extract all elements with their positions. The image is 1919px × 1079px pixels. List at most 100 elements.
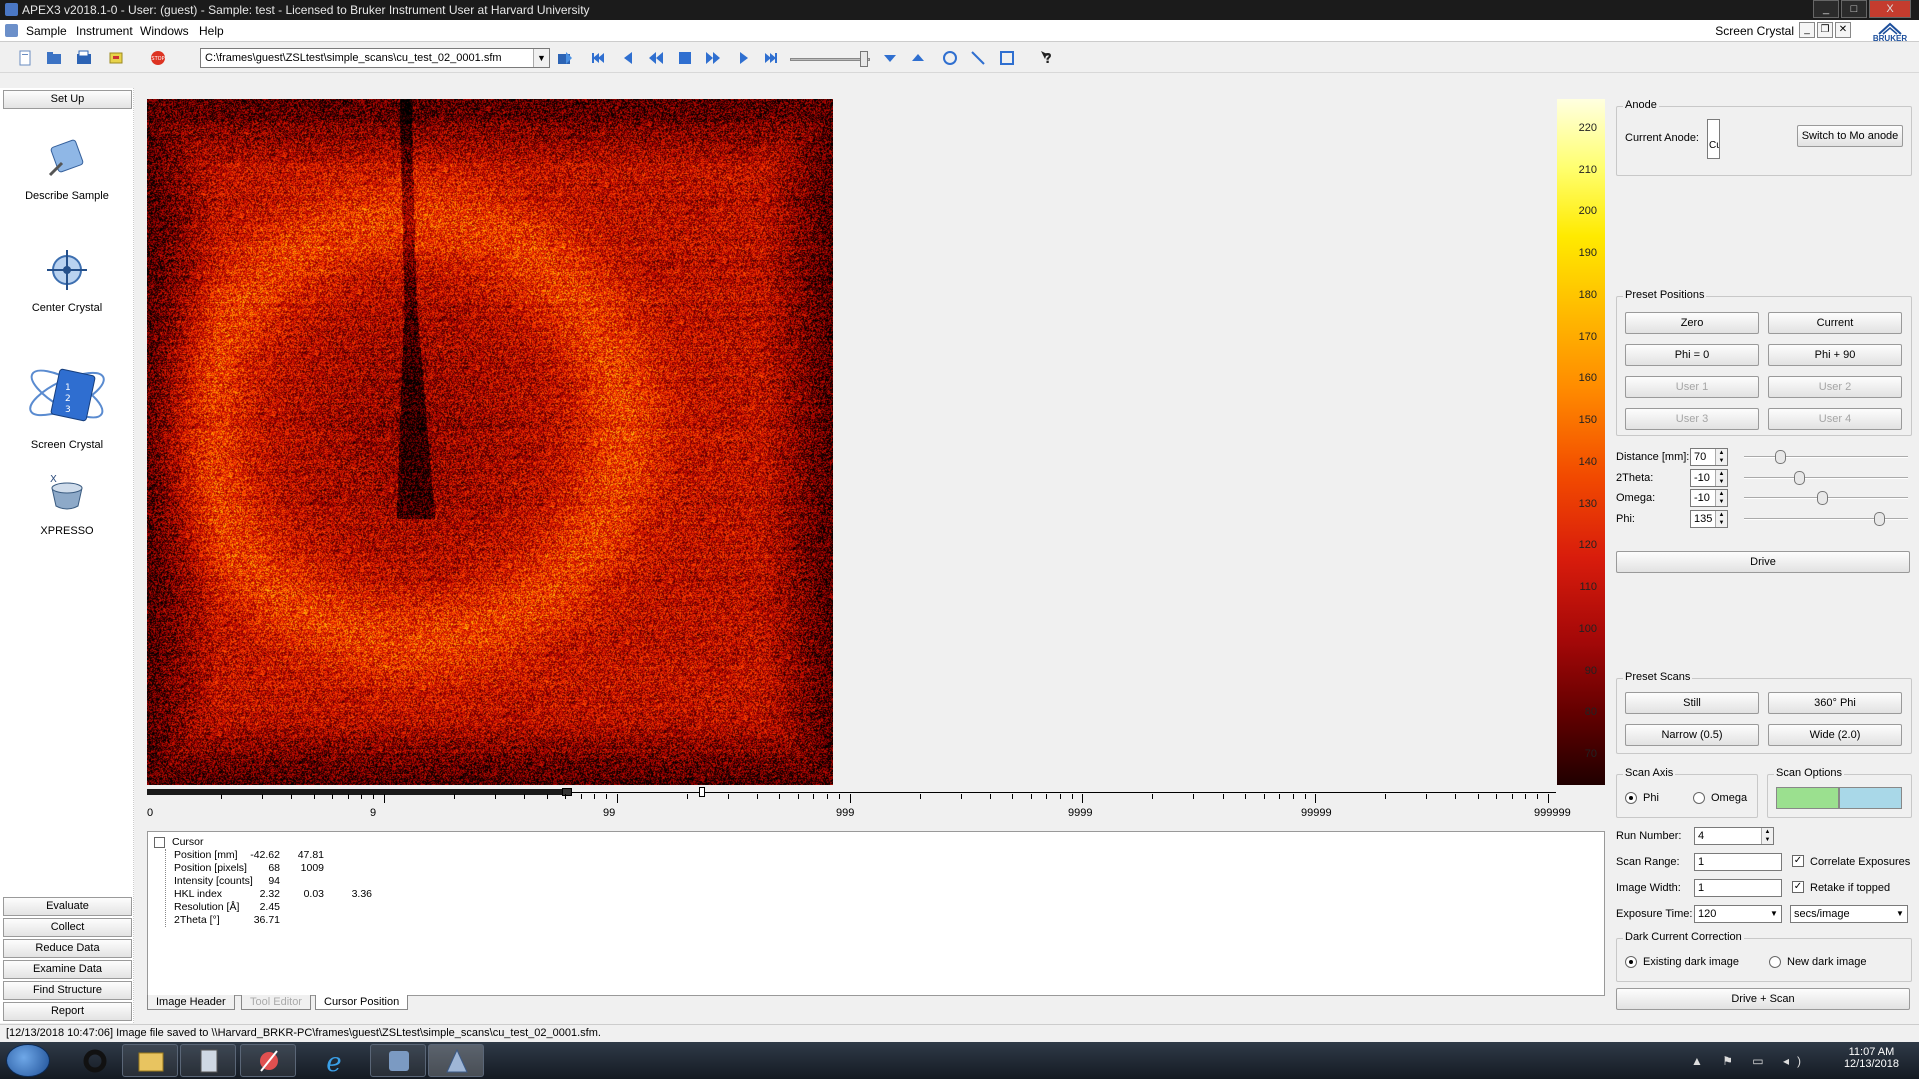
find-structure-button[interactable]: Find Structure xyxy=(3,981,132,1000)
axis-spinbox[interactable]: 70 ▲ ▼ xyxy=(1690,448,1728,466)
load-icon[interactable] xyxy=(557,50,573,66)
preset-zero-button[interactable]: Zero xyxy=(1625,312,1759,334)
preset-user-3-button[interactable]: User 3 xyxy=(1625,408,1759,430)
taskbar-snipping[interactable] xyxy=(240,1044,296,1077)
run-number-spin[interactable]: 4 ▲ ▼ xyxy=(1694,827,1774,845)
existing-dark-radio[interactable] xyxy=(1625,956,1637,968)
evaluate-button[interactable]: Evaluate xyxy=(3,897,132,916)
stop-square-icon[interactable] xyxy=(677,50,693,66)
nav-screen-crystal[interactable]: 123 Screen Crystal xyxy=(10,356,124,451)
axis-slider-thumb[interactable] xyxy=(1775,450,1786,464)
new-icon[interactable] xyxy=(17,50,33,66)
scan-axis-phi-radio[interactable] xyxy=(1625,792,1637,804)
preset-current-button[interactable]: Current xyxy=(1768,312,1902,334)
scan-axis-omega-radio[interactable] xyxy=(1693,792,1705,804)
reduce-data-button[interactable]: Reduce Data xyxy=(3,939,132,958)
mdi-minimize-button[interactable]: _ xyxy=(1799,22,1815,38)
frame-slider-thumb[interactable] xyxy=(860,51,868,67)
taskbar-gear-app[interactable] xyxy=(66,1044,122,1077)
down-arrow-icon[interactable] xyxy=(882,50,898,66)
axis-spin-arrows[interactable]: ▲ ▼ xyxy=(1715,449,1727,465)
retake-if-topped-checkbox[interactable]: ✓ xyxy=(1792,881,1804,893)
menu-windows[interactable]: Windows xyxy=(140,24,189,38)
axis-slider[interactable] xyxy=(1744,491,1908,505)
system-tray-icons[interactable]: ▲ ⚑ ▭ ◂) xyxy=(1691,1054,1809,1068)
prev-frame-icon[interactable] xyxy=(620,50,636,66)
contrast-max-handle[interactable] xyxy=(699,787,705,797)
taskbar-explorer[interactable] xyxy=(122,1044,178,1077)
scan-still-button[interactable]: Still xyxy=(1625,692,1759,714)
contrast-log-scale[interactable]: 0 9 99 999 9999 99999 999999 xyxy=(147,787,1571,819)
diffraction-frame-image[interactable] xyxy=(147,99,833,785)
scan-narrow-button[interactable]: Narrow (0.5) xyxy=(1625,724,1759,746)
setup-button[interactable]: Set Up xyxy=(3,90,132,109)
axis-spinbox[interactable]: -10 ▲ ▼ xyxy=(1690,469,1728,487)
preset-user-1-button[interactable]: User 1 xyxy=(1625,376,1759,398)
menu-help[interactable]: Help xyxy=(199,24,224,38)
taskbar-calculator[interactable] xyxy=(180,1044,236,1077)
drive-button[interactable]: Drive xyxy=(1616,551,1910,573)
help-icon[interactable]: ? xyxy=(1040,50,1056,66)
axis-slider-thumb[interactable] xyxy=(1874,512,1885,526)
rewind-icon[interactable] xyxy=(648,50,664,66)
image-width-input[interactable]: 1 xyxy=(1694,879,1782,897)
maximize-button[interactable]: □ xyxy=(1841,0,1867,18)
first-frame-icon[interactable] xyxy=(590,50,606,66)
settings-icon[interactable] xyxy=(108,50,124,66)
preset-user-4-button[interactable]: User 4 xyxy=(1768,408,1902,430)
run-number-arrows[interactable]: ▲ ▼ xyxy=(1761,828,1773,844)
nav-center-crystal[interactable]: Center Crystal xyxy=(10,245,124,314)
open-folder-icon[interactable] xyxy=(76,50,92,66)
start-button[interactable] xyxy=(6,1044,50,1077)
taskbar-apex3[interactable] xyxy=(428,1044,484,1077)
mdi-close-button[interactable]: ✕ xyxy=(1835,22,1851,38)
scan-range-input[interactable]: 1 xyxy=(1694,853,1782,871)
menu-instrument[interactable]: Instrument xyxy=(76,24,133,38)
stop-icon[interactable]: STOP xyxy=(150,50,166,66)
frame-path-combo[interactable]: C:\frames\guest\ZSLtest\simple_scans\cu_… xyxy=(200,48,550,68)
switch-anode-button[interactable]: Switch to Mo anode xyxy=(1797,125,1903,147)
line-tool-icon[interactable] xyxy=(970,50,986,66)
axis-slider[interactable] xyxy=(1744,471,1908,485)
cursor-checkbox[interactable] xyxy=(154,837,165,848)
tab-cursor-position[interactable]: Cursor Position xyxy=(315,995,409,1010)
axis-spin-arrows[interactable]: ▲ ▼ xyxy=(1715,470,1727,486)
examine-data-button[interactable]: Examine Data xyxy=(3,960,132,979)
preset-phi-plus-90-button[interactable]: Phi + 90 xyxy=(1768,344,1902,366)
circle-tool-icon[interactable] xyxy=(942,50,958,66)
report-button[interactable]: Report xyxy=(3,1002,132,1021)
frame-slider-track[interactable] xyxy=(790,58,870,61)
taskbar-app-2[interactable] xyxy=(370,1044,426,1077)
minimize-button[interactable]: _ xyxy=(1813,0,1839,18)
axis-slider[interactable] xyxy=(1744,512,1908,526)
scan-wide-button[interactable]: Wide (2.0) xyxy=(1768,724,1902,746)
axis-slider-thumb[interactable] xyxy=(1817,491,1828,505)
rect-tool-icon[interactable] xyxy=(999,50,1015,66)
nav-xpresso[interactable]: X XPRESSO xyxy=(10,468,124,537)
fast-forward-icon[interactable] xyxy=(705,50,721,66)
contrast-range-bar[interactable] xyxy=(147,789,567,795)
open-icon[interactable] xyxy=(46,50,62,66)
axis-spin-arrows[interactable]: ▲ ▼ xyxy=(1715,490,1727,506)
drive-scan-button[interactable]: Drive + Scan xyxy=(1616,988,1910,1010)
scan-360-phi-button[interactable]: 360° Phi xyxy=(1768,692,1902,714)
exposure-unit-combo[interactable]: secs/image ▼ xyxy=(1790,905,1908,923)
collect-button[interactable]: Collect xyxy=(3,918,132,937)
tab-tool-editor[interactable]: Tool Editor xyxy=(241,995,311,1010)
up-arrow-icon[interactable] xyxy=(910,50,926,66)
clock[interactable]: 11:07 AM 12/13/2018 xyxy=(1844,1046,1899,1070)
app-menu-icon[interactable] xyxy=(5,24,18,37)
scan-option-blue[interactable] xyxy=(1839,787,1902,809)
exposure-unit-dropdown-icon[interactable]: ▼ xyxy=(1893,906,1907,922)
exposure-time-combo[interactable]: 120 ▼ xyxy=(1694,905,1782,923)
tab-image-header[interactable]: Image Header xyxy=(147,995,235,1010)
taskbar-ie[interactable]: e xyxy=(305,1044,361,1078)
axis-slider-thumb[interactable] xyxy=(1794,471,1805,485)
path-dropdown-arrow[interactable]: ▼ xyxy=(533,49,549,67)
mdi-restore-button[interactable]: ❐ xyxy=(1817,22,1833,38)
frame-canvas[interactable] xyxy=(147,99,833,785)
scan-option-green[interactable] xyxy=(1776,787,1839,809)
close-button[interactable]: X xyxy=(1869,0,1911,18)
preset-user-2-button[interactable]: User 2 xyxy=(1768,376,1902,398)
preset-phi-0-button[interactable]: Phi = 0 xyxy=(1625,344,1759,366)
